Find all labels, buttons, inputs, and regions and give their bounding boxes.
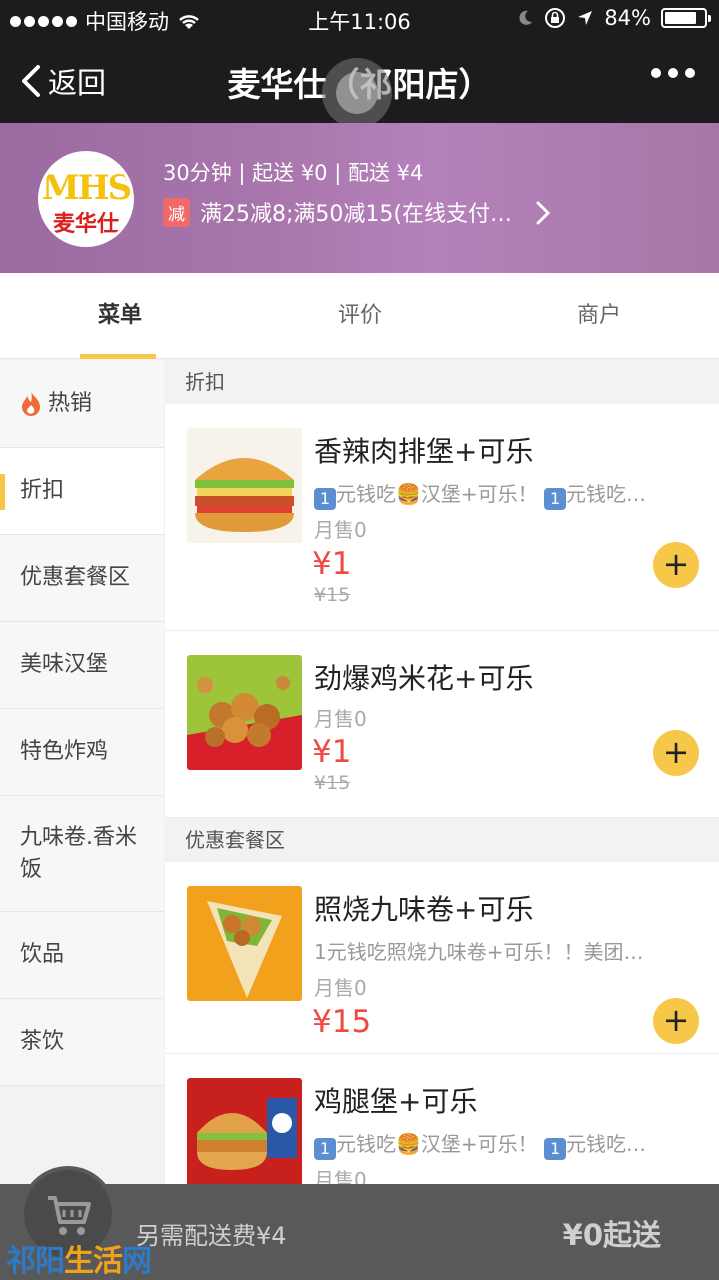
item-name: 香辣肉排堡+可乐	[314, 435, 534, 468]
item-name: 鸡腿堡+可乐	[314, 1085, 478, 1118]
category-label: 折扣	[20, 478, 65, 503]
category-label: 茶饮	[20, 1029, 65, 1054]
burger-emoji-icon: 🍔	[396, 1132, 421, 1156]
back-label: 返回	[48, 66, 107, 100]
item-price: ¥1	[312, 734, 352, 770]
section-header: 优惠套餐区	[165, 818, 719, 862]
desc-text: 元钱吃…	[566, 1132, 647, 1156]
item-name: 劲爆鸡米花+可乐	[314, 662, 534, 695]
rotation-lock-icon	[545, 8, 566, 28]
category-wrap-rice[interactable]: 九味卷.香米饭	[0, 796, 164, 912]
category-tea[interactable]: 茶饮	[0, 999, 164, 1086]
item-monthly-sales: 月售0	[314, 707, 367, 731]
add-to-cart-button[interactable]: +	[653, 542, 699, 588]
assistive-touch-button[interactable]	[322, 58, 392, 128]
item-name: 照烧九味卷+可乐	[314, 893, 534, 926]
category-drinks[interactable]: 饮品	[0, 912, 164, 999]
tab-reviews[interactable]: 评价	[240, 273, 480, 359]
menu-item[interactable]: 香辣肉排堡+可乐 1 元钱吃🍔汉堡+可乐！ 1 元钱吃… 月售0 ¥1 ¥15 +	[165, 404, 719, 631]
tab-bar: 菜单 评价 商户	[0, 273, 719, 359]
location-arrow-icon	[578, 11, 593, 25]
watermark-part: 祁阳	[6, 1244, 65, 1279]
desc-text: 元钱吃	[336, 1132, 396, 1156]
shopping-cart-icon	[48, 1196, 91, 1235]
logo-text: 麦华仕	[52, 212, 119, 237]
item-description: 1元钱吃照烧九味卷+可乐！！美团…	[314, 940, 644, 964]
status-bar: 中国移动 上午11:06 84%	[0, 0, 719, 40]
item-price: ¥1	[312, 546, 352, 582]
back-button[interactable]: 返回	[18, 60, 106, 102]
category-hot[interactable]: 热销	[0, 360, 164, 448]
watermark-part: 网	[122, 1244, 152, 1279]
shop-meta: 30分钟 | 起送 ¥0 | 配送 ¥4	[163, 161, 424, 185]
category-label: 饮品	[20, 942, 65, 967]
item-description: 1 元钱吃🍔汉堡+可乐！ 1 元钱吃…	[314, 478, 694, 510]
add-to-cart-button[interactable]: +	[653, 998, 699, 1044]
item-description: 1 元钱吃🍔汉堡+可乐！ 1 元钱吃…	[314, 1128, 694, 1160]
category-combo[interactable]: 优惠套餐区	[0, 535, 164, 622]
status-right: 84%	[516, 6, 711, 30]
category-fried-chicken[interactable]: 特色炸鸡	[0, 709, 164, 796]
logo-letters: MHS	[41, 168, 131, 208]
desc-text: 元钱吃…	[566, 482, 647, 506]
nav-bar: 返回 麦华仕（祁阳店）	[0, 40, 719, 128]
desc-text: 元钱吃	[336, 482, 396, 506]
moon-icon	[519, 10, 533, 25]
promo-text: 满25减8;满50减15(在线支付…	[200, 202, 512, 227]
chevron-right-icon[interactable]	[533, 200, 553, 226]
chicken-burger-photo	[187, 1078, 302, 1193]
shop-header: MHS 麦华仕 30分钟 | 起送 ¥0 | 配送 ¥4 减 满25减8;满50…	[0, 123, 719, 273]
delivery-fee-note: 另需配送费¥4	[136, 1222, 287, 1250]
menu-list: 折扣 香辣肉排堡+可乐 1 元钱吃🍔汉堡+可乐！ 1 元钱吃… 月售0 ¥1 ¥15…	[165, 360, 719, 1280]
minimum-order-button[interactable]: ¥0起送	[563, 1212, 661, 1254]
burger-photo	[187, 428, 302, 543]
tab-menu[interactable]: 菜单	[0, 273, 240, 359]
battery-percent: 84%	[604, 6, 651, 30]
category-label: 美味汉堡	[20, 652, 109, 677]
tab-merchant[interactable]: 商户	[479, 273, 719, 359]
desc-text: 汉堡+可乐！	[420, 482, 538, 506]
add-to-cart-button[interactable]: +	[653, 730, 699, 776]
site-watermark: 祁阳生活网	[6, 1236, 152, 1280]
category-label: 热销	[48, 390, 93, 416]
category-burger[interactable]: 美味汉堡	[0, 622, 164, 709]
watermark-part: 生活	[64, 1244, 123, 1279]
discount-badge: 减	[163, 197, 190, 227]
item-original-price: ¥15	[314, 584, 351, 606]
item-price: ¥15	[312, 1004, 372, 1040]
keycap-one-icon: 1	[544, 488, 567, 510]
battery-icon	[661, 8, 711, 28]
category-label: 九味卷.香米饭	[20, 824, 137, 882]
category-label: 优惠套餐区	[20, 565, 131, 590]
menu-item[interactable]: 劲爆鸡米花+可乐 月售0 ¥1 ¥15 +	[165, 631, 719, 818]
more-menu-button[interactable]	[651, 68, 695, 78]
keycap-one-icon: 1	[544, 1138, 567, 1160]
item-monthly-sales: 月售0	[314, 518, 367, 542]
item-monthly-sales: 月售0	[314, 976, 367, 1000]
menu-item[interactable]: 照烧九味卷+可乐 1元钱吃照烧九味卷+可乐！！美团… 月售0 ¥15 +	[165, 862, 719, 1054]
chevron-left-icon	[22, 65, 40, 97]
burger-emoji-icon: 🍔	[396, 482, 421, 506]
desc-text: 汉堡+可乐！	[420, 1132, 538, 1156]
category-label: 特色炸鸡	[20, 739, 109, 764]
item-original-price: ¥15	[314, 772, 351, 794]
fire-icon	[22, 391, 40, 416]
popcorn-chicken-photo	[187, 655, 302, 770]
keycap-one-icon: 1	[314, 1138, 336, 1160]
category-sidebar: 热销 折扣 优惠套餐区 美味汉堡 特色炸鸡 九味卷.香米饭 饮品 茶饮	[0, 360, 164, 1280]
battery-fill	[665, 12, 697, 24]
keycap-one-icon: 1	[314, 488, 336, 510]
category-discount[interactable]: 折扣	[0, 448, 164, 535]
shop-logo: MHS 麦华仕	[38, 151, 134, 247]
wrap-photo	[187, 886, 302, 1001]
promo-row[interactable]: 减 满25减8;满50减15(在线支付…	[163, 196, 563, 228]
section-header: 折扣	[165, 360, 719, 404]
